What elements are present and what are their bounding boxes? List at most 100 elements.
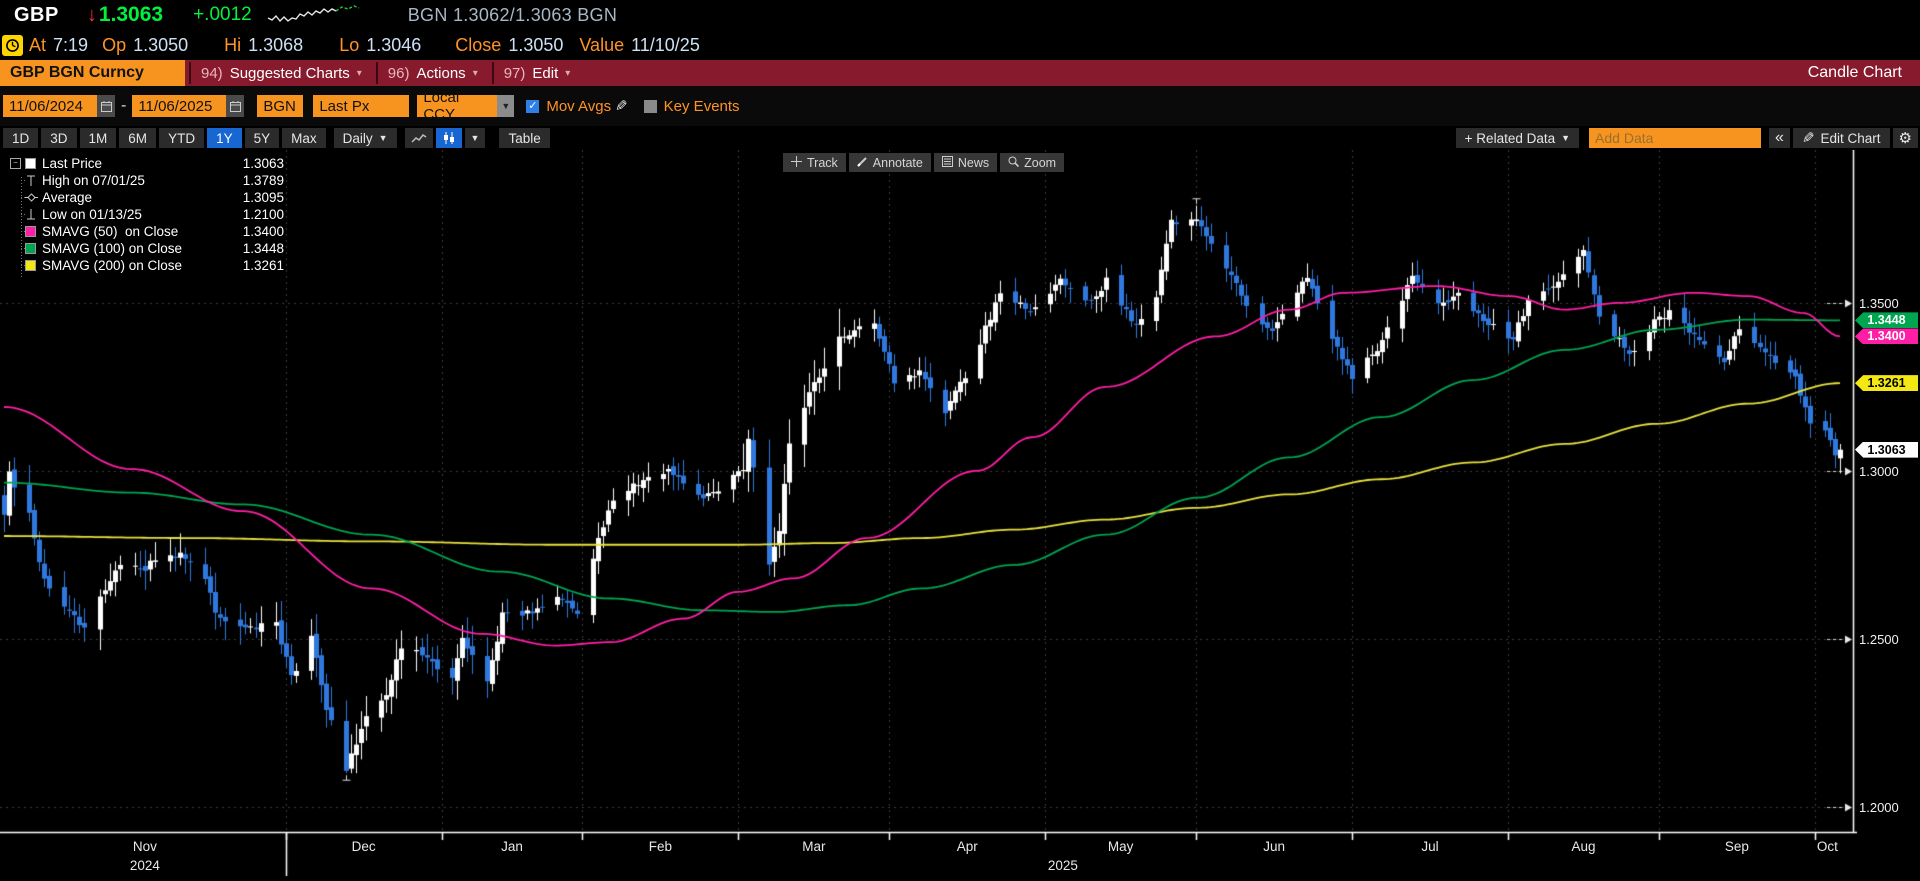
color-swatch bbox=[25, 158, 36, 169]
legend-expander[interactable]: − bbox=[8, 155, 25, 172]
period-tab-ytd[interactable]: YTD bbox=[159, 128, 204, 148]
chart-tools: Track Annotate News Zoom bbox=[783, 153, 1064, 172]
dropdown-arrow-icon: ▼ bbox=[471, 133, 480, 143]
menu-item-edit[interactable]: 97)Edit▾ bbox=[492, 62, 581, 84]
currency-selector[interactable]: Local CCY bbox=[417, 95, 497, 117]
calendar-icon[interactable] bbox=[226, 95, 244, 117]
dropdown-arrow-icon: ▾ bbox=[565, 68, 570, 79]
menu-item-number: 96) bbox=[388, 65, 410, 82]
dropdown-arrow-icon: ▼ bbox=[1561, 133, 1570, 143]
period-tab-max[interactable]: Max bbox=[282, 128, 326, 148]
price-tag: 1.3063 bbox=[1855, 442, 1918, 458]
key-events-checkbox[interactable] bbox=[644, 100, 657, 113]
at-value: 7:19 bbox=[53, 35, 88, 56]
legend-row[interactable]: SMAVG (100) on Close1.3448 bbox=[8, 240, 284, 257]
key-events-label[interactable]: Key Events bbox=[664, 98, 740, 115]
year-label: 2025 bbox=[1033, 858, 1093, 873]
collapse-panel-button[interactable]: « bbox=[1769, 128, 1790, 148]
tree-stub bbox=[21, 197, 26, 198]
calendar-icon[interactable] bbox=[97, 95, 115, 117]
zoom-button[interactable]: Zoom bbox=[1000, 153, 1064, 172]
legend-row[interactable]: SMAVG (200) on Close1.3261 bbox=[8, 257, 284, 274]
month-label: Jan bbox=[482, 839, 542, 854]
zoom-icon bbox=[1008, 156, 1019, 170]
mov-avgs-edit-pencil-icon[interactable]: ✎ bbox=[615, 97, 628, 115]
month-label: Jun bbox=[1244, 839, 1304, 854]
legend-label: SMAVG (100) on Close bbox=[42, 241, 182, 256]
period-tab-1d[interactable]: 1D bbox=[3, 128, 38, 148]
frequency-dropdown[interactable]: Daily ▼ bbox=[334, 128, 397, 148]
mov-avgs-checkbox[interactable]: ✓ bbox=[526, 100, 539, 113]
edit-chart-button[interactable]: ✎ Edit Chart bbox=[1793, 128, 1890, 148]
chart-type-dropdown[interactable]: ▼ bbox=[465, 128, 486, 148]
currency-dropdown-arrow-icon[interactable]: ▼ bbox=[497, 95, 514, 117]
high-value: 1.3068 bbox=[248, 35, 303, 56]
legend-row[interactable]: SMAVG (50) on Close1.3400 bbox=[8, 223, 284, 240]
news-label: News bbox=[958, 156, 989, 170]
related-data-button[interactable]: + Related Data ▼ bbox=[1456, 128, 1579, 148]
annotate-button[interactable]: Annotate bbox=[849, 153, 931, 172]
month-label: Mar bbox=[784, 839, 844, 854]
legend-row[interactable]: Low on 01/13/251.2100 bbox=[8, 206, 284, 223]
chart-settings-gear-icon[interactable]: ⚙ bbox=[1893, 128, 1918, 148]
track-button[interactable]: Track bbox=[783, 153, 846, 172]
date-to-input[interactable]: 11/06/2025 bbox=[132, 95, 226, 117]
track-icon bbox=[791, 156, 802, 170]
security-field[interactable]: GBP BGN Curncy bbox=[0, 60, 185, 86]
avg-marker-icon bbox=[25, 191, 42, 204]
tree-stub bbox=[21, 265, 26, 266]
menu-item-label: Edit bbox=[532, 65, 558, 82]
month-label: May bbox=[1091, 839, 1151, 854]
line-chart-icon bbox=[411, 132, 427, 144]
table-button[interactable]: Table bbox=[499, 128, 549, 148]
legend-label: Low on 01/13/25 bbox=[42, 207, 142, 222]
menu-item-label: Actions bbox=[416, 65, 465, 82]
chart-canvas[interactable] bbox=[0, 150, 1920, 881]
legend-label: SMAVG (50) on Close bbox=[42, 224, 178, 239]
edit-chart-label: Edit Chart bbox=[1821, 131, 1881, 146]
news-button[interactable]: News bbox=[934, 153, 997, 172]
period-tab-1m[interactable]: 1M bbox=[80, 128, 117, 148]
menu-item-suggested-charts[interactable]: 94)Suggested Charts▾ bbox=[189, 62, 372, 84]
value-date: 11/10/25 bbox=[631, 35, 700, 56]
chart-legend: −Last Price1.3063High on 07/01/251.3789A… bbox=[8, 155, 284, 274]
month-label: Aug bbox=[1553, 839, 1613, 854]
legend-row[interactable]: −Last Price1.3063 bbox=[8, 155, 284, 172]
high-label: Hi bbox=[224, 35, 241, 56]
price-field-selector[interactable]: Last Px bbox=[313, 95, 409, 117]
add-data-input[interactable] bbox=[1589, 128, 1761, 148]
legend-value: 1.3095 bbox=[243, 190, 284, 205]
menu-item-actions[interactable]: 96) Actions ▾ bbox=[376, 62, 488, 84]
legend-tree-branch bbox=[8, 240, 25, 257]
line-chart-type-button[interactable] bbox=[405, 128, 433, 148]
period-tab-6m[interactable]: 6M bbox=[119, 128, 156, 148]
legend-swatch bbox=[25, 243, 42, 254]
price-tag: 1.3400 bbox=[1855, 328, 1918, 344]
dropdown-arrow-icon: ▾ bbox=[473, 68, 478, 79]
frequency-value: Daily bbox=[343, 131, 373, 146]
month-label: Oct bbox=[1797, 839, 1857, 854]
open-value: 1.3050 bbox=[133, 35, 188, 56]
period-tab-5y[interactable]: 5Y bbox=[245, 128, 280, 148]
legend-value: 1.3789 bbox=[243, 173, 284, 188]
y-axis-tick-label: 1.2000 bbox=[1859, 800, 1899, 815]
chart-area: Track Annotate News Zoom −Last Price1.3063H… bbox=[0, 150, 1920, 881]
zoom-label: Zoom bbox=[1024, 156, 1056, 170]
y-axis-tick-label: 1.3500 bbox=[1859, 296, 1899, 311]
pricing-source-field[interactable]: BGN bbox=[257, 95, 303, 117]
y-axis-tick-label: 1.2500 bbox=[1859, 632, 1899, 647]
candle-chart-type-button[interactable] bbox=[436, 128, 462, 148]
date-from-input[interactable]: 11/06/2024 bbox=[3, 95, 97, 117]
security-header: GBP ↓ 1.3063 +.0012 BGN 1.3062/1.3063 BG… bbox=[0, 0, 1920, 30]
period-tab-3d[interactable]: 3D bbox=[41, 128, 76, 148]
low-label: Lo bbox=[339, 35, 359, 56]
low-marker-icon bbox=[25, 208, 42, 221]
period-tab-1y[interactable]: 1Y bbox=[207, 128, 242, 148]
chart-controls: 11/06/2024 - 11/06/2025 BGN Last Px Loca… bbox=[0, 86, 1920, 126]
price-down-arrow-icon: ↓ bbox=[87, 4, 97, 27]
annotate-label: Annotate bbox=[873, 156, 923, 170]
collapse-legend-icon[interactable]: − bbox=[10, 158, 21, 169]
legend-row[interactable]: Average1.3095 bbox=[8, 189, 284, 206]
mov-avgs-label[interactable]: Mov Avgs bbox=[546, 98, 611, 115]
legend-row[interactable]: High on 07/01/251.3789 bbox=[8, 172, 284, 189]
